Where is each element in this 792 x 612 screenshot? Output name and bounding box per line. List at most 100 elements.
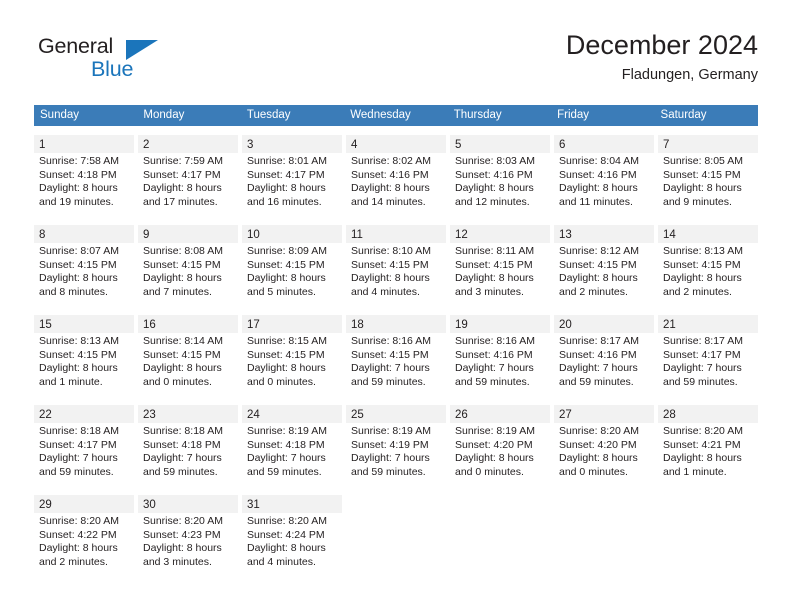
day-detail-line: Daylight: 8 hours [455, 182, 534, 195]
day-number: 18 [351, 319, 364, 331]
day-detail-line: Daylight: 8 hours [143, 362, 222, 375]
day-detail-line: Sunset: 4:24 PM [247, 528, 325, 541]
day-number: 6 [559, 139, 566, 151]
calendar-day-cell[interactable]: 7 Sunrise: 8:05 AM Sunset: 4:15 PM Daylight… [658, 135, 758, 216]
day-number-bar: 21 [658, 315, 758, 333]
day-number: 8 [39, 229, 46, 241]
calendar-day-cell[interactable]: 21 Sunrise: 8:17 AM Sunset: 4:17 PM Dayligh… [658, 315, 758, 396]
day-detail-line: and 1 minute. [663, 465, 727, 478]
calendar-day-cell[interactable]: 23 Sunrise: 8:18 AM Sunset: 4:18 PM Dayligh… [138, 405, 238, 486]
day-detail-line: and 17 minutes. [143, 195, 218, 208]
day-details: Sunrise: 8:20 AM Sunset: 4:22 PM Daylight:… [34, 513, 134, 569]
day-number-bar: 8 [34, 225, 134, 243]
day-number-bar: 31 [242, 495, 342, 513]
day-details: Sunrise: 8:07 AM Sunset: 4:15 PM Daylight:… [34, 243, 134, 299]
calendar-day-cell[interactable]: 3 Sunrise: 8:01 AM Sunset: 4:17 PM Daylight… [242, 135, 342, 216]
calendar-day-cell[interactable]: 16 Sunrise: 8:14 AM Sunset: 4:15 PM Dayligh… [138, 315, 238, 396]
day-detail-line: Sunset: 4:20 PM [559, 438, 637, 451]
day-detail-line: Sunrise: 8:20 AM [143, 515, 223, 527]
day-detail-line: Sunrise: 8:17 AM [559, 335, 639, 347]
day-detail-line: and 19 minutes. [39, 195, 114, 208]
calendar-day-cell[interactable]: 1 Sunrise: 7:58 AM Sunset: 4:18 PM Daylight… [34, 135, 134, 216]
day-details: Sunrise: 8:17 AM Sunset: 4:16 PM Daylight:… [554, 333, 654, 389]
calendar-day-cell[interactable]: 18 Sunrise: 8:16 AM Sunset: 4:15 PM Dayligh… [346, 315, 446, 396]
calendar-day-cell[interactable]: 26 Sunrise: 8:19 AM Sunset: 4:20 PM Dayligh… [450, 405, 550, 486]
day-number-bar: 29 [34, 495, 134, 513]
calendar-day-cell[interactable]: 24 Sunrise: 8:19 AM Sunset: 4:18 PM Dayligh… [242, 405, 342, 486]
calendar-day-cell[interactable]: 17 Sunrise: 8:15 AM Sunset: 4:15 PM Dayligh… [242, 315, 342, 396]
general-blue-logo[interactable]: General Blue [34, 34, 234, 90]
calendar-day-cell[interactable]: 31 Sunrise: 8:20 AM Sunset: 4:24 PM Dayligh… [242, 495, 342, 576]
day-detail-line: Sunset: 4:15 PM [143, 258, 221, 271]
calendar-day-cell[interactable]: 2 Sunrise: 7:59 AM Sunset: 4:17 PM Daylight… [138, 135, 238, 216]
day-detail-line: Sunrise: 8:09 AM [247, 245, 327, 257]
day-number: 23 [143, 409, 156, 421]
calendar-day-cell[interactable]: 30 Sunrise: 8:20 AM Sunset: 4:23 PM Dayligh… [138, 495, 238, 576]
calendar-week-row: 1 Sunrise: 7:58 AM Sunset: 4:18 PM Daylight… [34, 135, 758, 216]
day-number: 25 [351, 409, 364, 421]
day-details: Sunrise: 8:15 AM Sunset: 4:15 PM Daylight:… [242, 333, 342, 389]
day-detail-line: Sunset: 4:15 PM [143, 348, 221, 361]
day-detail-line: Daylight: 7 hours [559, 362, 638, 375]
calendar-grid: Sunday Monday Tuesday Wednesday Thursday Frid… [34, 105, 758, 576]
day-number-bar: 4 [346, 135, 446, 153]
day-number-bar: 30 [138, 495, 238, 513]
calendar-day-cell-empty [554, 495, 654, 576]
day-detail-line: Sunrise: 8:19 AM [247, 425, 327, 437]
day-details: Sunrise: 8:16 AM Sunset: 4:15 PM Daylight:… [346, 333, 446, 389]
calendar-day-cell[interactable]: 14 Sunrise: 8:13 AM Sunset: 4:15 PM Dayligh… [658, 225, 758, 306]
day-number: 13 [559, 229, 572, 241]
calendar-day-cell[interactable]: 10 Sunrise: 8:09 AM Sunset: 4:15 PM Dayligh… [242, 225, 342, 306]
calendar-week-row: 22 Sunrise: 8:18 AM Sunset: 4:17 PM Dayligh… [34, 405, 758, 486]
day-detail-line: and 7 minutes. [143, 285, 212, 298]
day-detail-line: and 2 minutes. [559, 285, 628, 298]
day-detail-line: Daylight: 7 hours [351, 362, 430, 375]
page-title: December 2024 [565, 30, 758, 60]
day-detail-line: and 0 minutes. [247, 375, 316, 388]
day-detail-line: Sunrise: 8:20 AM [39, 515, 119, 527]
day-number-bar: 28 [658, 405, 758, 423]
calendar-day-cell[interactable]: 6 Sunrise: 8:04 AM Sunset: 4:16 PM Daylight… [554, 135, 654, 216]
day-detail-line: and 2 minutes. [39, 555, 108, 568]
day-details: Sunrise: 8:16 AM Sunset: 4:16 PM Daylight:… [450, 333, 550, 389]
day-detail-line: and 59 minutes. [455, 375, 530, 388]
day-detail-line: Sunrise: 8:20 AM [247, 515, 327, 527]
calendar-day-cell[interactable]: 27 Sunrise: 8:20 AM Sunset: 4:20 PM Dayligh… [554, 405, 654, 486]
day-detail-line: and 1 minute. [39, 375, 103, 388]
calendar-day-cell[interactable]: 13 Sunrise: 8:12 AM Sunset: 4:15 PM Dayligh… [554, 225, 654, 306]
calendar-day-cell[interactable]: 19 Sunrise: 8:16 AM Sunset: 4:16 PM Dayligh… [450, 315, 550, 396]
day-detail-line: and 59 minutes. [663, 375, 738, 388]
day-detail-line: Sunset: 4:16 PM [455, 168, 533, 181]
calendar-day-cell[interactable]: 25 Sunrise: 8:19 AM Sunset: 4:19 PM Dayligh… [346, 405, 446, 486]
calendar-day-cell[interactable]: 12 Sunrise: 8:11 AM Sunset: 4:15 PM Dayligh… [450, 225, 550, 306]
calendar-day-cell[interactable]: 11 Sunrise: 8:10 AM Sunset: 4:15 PM Dayligh… [346, 225, 446, 306]
day-number: 21 [663, 319, 676, 331]
day-detail-line: Daylight: 8 hours [143, 542, 222, 555]
weekday-header-thursday: Thursday [453, 109, 502, 121]
calendar-weeks: 1 Sunrise: 7:58 AM Sunset: 4:18 PM Daylight… [34, 135, 758, 576]
day-number-bar: 17 [242, 315, 342, 333]
day-number: 14 [663, 229, 676, 241]
day-details: Sunrise: 8:20 AM Sunset: 4:23 PM Daylight:… [138, 513, 238, 569]
day-detail-line: Daylight: 8 hours [39, 182, 118, 195]
weekday-header-friday: Friday [557, 109, 590, 121]
day-details: Sunrise: 8:20 AM Sunset: 4:24 PM Daylight:… [242, 513, 342, 569]
calendar-day-cell[interactable]: 29 Sunrise: 8:20 AM Sunset: 4:22 PM Dayligh… [34, 495, 134, 576]
day-detail-line: and 16 minutes. [247, 195, 322, 208]
day-detail-line: Sunset: 4:15 PM [559, 258, 637, 271]
day-details: Sunrise: 8:20 AM Sunset: 4:21 PM Daylight:… [658, 423, 758, 479]
day-detail-line: Sunset: 4:16 PM [559, 168, 637, 181]
logo-text-blue: Blue [91, 57, 134, 81]
calendar-day-cell[interactable]: 9 Sunrise: 8:08 AM Sunset: 4:15 PM Daylight… [138, 225, 238, 306]
day-detail-line: and 59 minutes. [247, 465, 322, 478]
calendar-day-cell[interactable]: 22 Sunrise: 8:18 AM Sunset: 4:17 PM Dayligh… [34, 405, 134, 486]
calendar-day-cell[interactable]: 20 Sunrise: 8:17 AM Sunset: 4:16 PM Dayligh… [554, 315, 654, 396]
calendar-day-cell[interactable]: 15 Sunrise: 8:13 AM Sunset: 4:15 PM Dayligh… [34, 315, 134, 396]
calendar-day-cell[interactable]: 4 Sunrise: 8:02 AM Sunset: 4:16 PM Daylight… [346, 135, 446, 216]
calendar-day-cell[interactable]: 5 Sunrise: 8:03 AM Sunset: 4:16 PM Daylight… [450, 135, 550, 216]
day-number-bar: 26 [450, 405, 550, 423]
day-detail-line: Sunset: 4:18 PM [143, 438, 221, 451]
calendar-day-cell[interactable]: 8 Sunrise: 8:07 AM Sunset: 4:15 PM Daylight… [34, 225, 134, 306]
day-detail-line: Daylight: 8 hours [247, 362, 326, 375]
calendar-day-cell[interactable]: 28 Sunrise: 8:20 AM Sunset: 4:21 PM Dayligh… [658, 405, 758, 486]
